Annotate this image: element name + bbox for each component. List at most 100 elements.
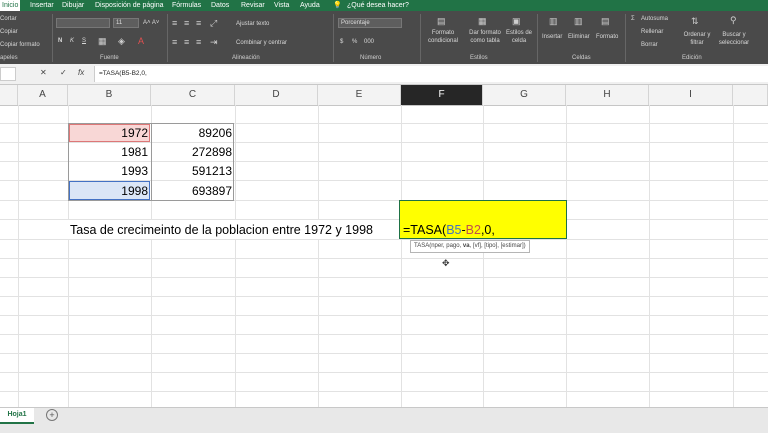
column-header-f[interactable]: F [401,85,483,105]
sort-filter-icon[interactable]: ⇅ [691,16,699,26]
font-size-select[interactable]: 11 [113,18,139,28]
cell-c5[interactable]: 693897 [151,182,235,200]
editing-group-label: Edición [682,55,702,61]
cancel-icon[interactable]: ✕ [40,68,47,77]
delete-cells-icon[interactable]: ▥ [574,16,583,26]
borders-icon[interactable]: ▦ [98,36,107,46]
percent-button[interactable]: % [352,38,357,46]
orientation-icon[interactable]: ⤢ [210,18,217,28]
delete-cells-button[interactable]: Eliminar [568,33,590,41]
column-header-c[interactable]: C [151,85,235,105]
menu-bar: Inicio Insertar Dibujar Disposición de p… [0,0,768,11]
conditional-format-button[interactable]: Formato condicional [424,29,462,45]
fill-color-icon[interactable]: ◈ [118,36,125,46]
column-header-h[interactable]: H [566,85,649,105]
tab-inicio[interactable]: Inicio [0,0,21,11]
underline-button[interactable]: S [82,37,86,45]
align-right-icon[interactable]: ≡ [196,37,201,47]
cell-b2[interactable]: 1972 [68,124,151,142]
column-header-a[interactable]: A [18,85,68,105]
tooltip-prefix: TASA(nper, pago, [414,243,463,249]
column-headers: A B C D E F G H I [0,85,768,106]
number-format-select[interactable]: Porcentaje [338,18,402,28]
enter-icon[interactable]: ✓ [60,68,67,77]
tab-ayuda[interactable]: Ayuda [300,0,320,11]
column-header-j[interactable] [733,85,768,105]
tab-formulas[interactable]: Fórmulas [172,0,201,11]
fill-button[interactable]: Rellenar [641,28,663,36]
format-table-button[interactable]: Dar formato como tabla [465,29,505,45]
conditional-format-icon[interactable]: ▤ [437,16,446,26]
lightbulb-icon: 💡 [333,2,342,9]
format-cells-icon[interactable]: ▤ [601,16,610,26]
separator [625,14,626,62]
cell-c3[interactable]: 272898 [151,143,235,161]
align-bottom-icon[interactable]: ≡ [196,18,201,28]
sheet-tab-hoja1[interactable]: Hoja1 [0,408,34,424]
tooltip-suffix: , [vf], [tipo], [estimar]) [469,243,526,249]
magnifier-icon[interactable]: ⚲ [730,15,737,25]
font-name-select[interactable] [56,18,110,28]
format-painter-button[interactable]: Copiar formato [0,41,40,49]
tab-dibujar[interactable]: Dibujar [62,0,84,11]
separator [537,14,538,62]
find-select-button[interactable]: Buscar y seleccionar [714,31,754,47]
italic-button[interactable]: K [70,37,74,45]
align-left-icon[interactable]: ≡ [172,37,177,47]
tab-revisar[interactable]: Revisar [241,0,265,11]
name-box[interactable] [0,67,16,81]
clear-button[interactable]: Borrar [641,41,658,49]
cell-styles-icon[interactable]: ▣ [512,16,521,26]
sheet-tab-bar: Hoja1 + [0,407,768,433]
currency-button[interactable]: $ [340,38,343,46]
cell-c2[interactable]: 89206 [151,124,235,142]
number-group-label: Número [360,55,382,61]
cell-b5[interactable]: 1998 [68,182,151,200]
align-center-icon[interactable]: ≡ [184,37,189,47]
add-sheet-button[interactable]: + [46,409,58,421]
tab-datos[interactable]: Datos [211,0,229,11]
select-all-corner[interactable] [0,85,18,105]
insert-cells-button[interactable]: Insertar [542,33,562,41]
column-header-i[interactable]: I [649,85,733,105]
merge-center-button[interactable]: Combinar y centrar [236,39,287,47]
separator [167,14,168,62]
sigma-icon: Σ [631,16,635,22]
tell-me-search[interactable]: ¿Qué desea hacer? [347,0,409,11]
insert-cells-icon[interactable]: ▥ [549,16,558,26]
tab-disposicion[interactable]: Disposición de página [95,0,164,11]
format-cells-button[interactable]: Formato [596,33,618,41]
move-cursor-icon: ✥ [442,258,450,268]
active-cell-formula[interactable]: =TASA(B5-B2,0, [403,221,495,239]
copy-button[interactable]: Copiar [0,28,18,36]
autosum-button[interactable]: Autosuma [641,15,668,23]
cells-group-label: Celdas [572,55,591,61]
wrap-text-button[interactable]: Ajustar texto [236,20,269,28]
cell-b4[interactable]: 1993 [68,162,151,180]
format-table-icon[interactable]: ▦ [478,16,487,26]
insert-function-button[interactable]: fx [78,68,84,77]
column-header-e[interactable]: E [318,85,401,105]
cell-b7-label[interactable]: Tasa de crecimeinto de la poblacion entr… [70,221,373,239]
column-header-g[interactable]: G [483,85,566,105]
cell-b3[interactable]: 1981 [68,143,151,161]
column-header-d[interactable]: D [235,85,318,105]
thousands-button[interactable]: 000 [364,38,374,46]
cut-button[interactable]: Cortar [0,15,17,23]
align-middle-icon[interactable]: ≡ [184,18,189,28]
cell-styles-button[interactable]: Estilos de celda [505,29,533,45]
font-color-icon[interactable]: A [138,36,144,46]
bold-button[interactable]: N [58,37,62,45]
separator [420,14,421,62]
grow-font-icon[interactable]: A˄ A˅ [143,19,159,27]
tab-insertar[interactable]: Insertar [30,0,54,11]
tab-vista[interactable]: Vista [274,0,289,11]
formula-input[interactable]: =TASA(B5-B2,0, [94,66,768,82]
align-top-icon[interactable]: ≡ [172,18,177,28]
indent-icon[interactable]: ⇥ [210,37,218,47]
sort-filter-button[interactable]: Ordenar y filtrar [680,31,714,47]
tooltip-current-arg: va [462,243,470,249]
cell-c4[interactable]: 591213 [151,162,235,180]
column-header-b[interactable]: B [68,85,151,105]
worksheet-grid[interactable]: 1972 89206 1981 272898 1993 591213 1998 … [0,105,768,407]
